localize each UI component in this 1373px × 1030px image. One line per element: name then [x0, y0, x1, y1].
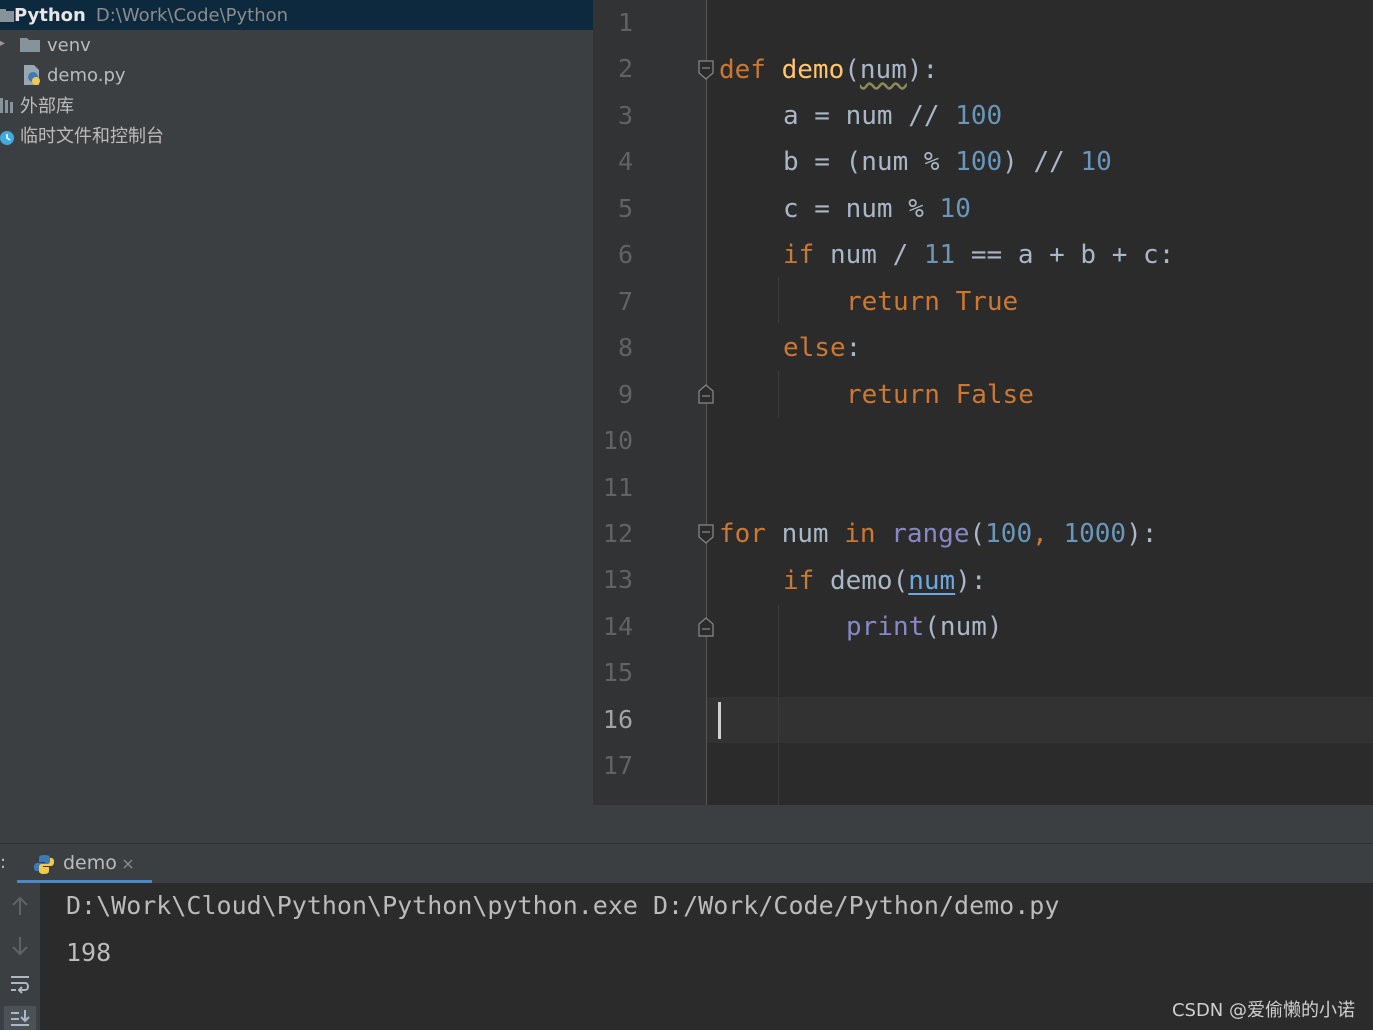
- run-console[interactable]: D:\Work\Cloud\Python\Python\python.exe D…: [0, 883, 1373, 1030]
- line-number[interactable]: 16: [593, 697, 633, 743]
- line-number[interactable]: 9: [593, 372, 633, 418]
- tree-item-scratches[interactable]: 临时文件和控制台: [0, 120, 593, 150]
- python-file-icon: [24, 65, 40, 85]
- watermark: CSDN @爱偷懒的小诺: [1171, 1000, 1355, 1021]
- line-number[interactable]: 5: [593, 186, 633, 232]
- line-number[interactable]: 17: [593, 743, 633, 789]
- line-number[interactable]: 6: [593, 232, 633, 278]
- console-output-line: 198: [66, 938, 112, 967]
- folder-icon: [0, 9, 14, 22]
- editor-bottom-strip: [593, 805, 1373, 843]
- line-number[interactable]: 4: [593, 139, 633, 185]
- scroll-to-end-icon: [11, 1010, 30, 1026]
- line-number[interactable]: 11: [593, 465, 633, 511]
- indent-guide: [778, 371, 779, 417]
- tree-item-label: demo.py: [47, 64, 126, 86]
- indent-guide: [778, 605, 779, 805]
- tree-item-label: 临时文件和控制台: [20, 126, 164, 147]
- fold-collapse-icon[interactable]: [698, 60, 714, 80]
- line-number[interactable]: 14: [593, 604, 633, 650]
- arrow-down-icon[interactable]: [10, 935, 30, 957]
- run-tab-demo[interactable]: demo: [17, 844, 152, 884]
- line-number[interactable]: 2: [593, 46, 633, 92]
- tree-item-demo-py[interactable]: demo.py: [0, 60, 593, 90]
- code-line-7: return True: [846, 287, 1019, 317]
- code-line-9: return False: [846, 380, 1034, 410]
- project-root-name: Python: [14, 4, 86, 26]
- current-line-highlight: [707, 697, 1373, 743]
- line-number[interactable]: 8: [593, 325, 633, 371]
- python-icon: [34, 855, 54, 874]
- project-root-row[interactable]: Python D:\Work\Code\Python: [0, 0, 593, 30]
- scratches-icon: [0, 131, 14, 145]
- console-command-line: D:\Work\Cloud\Python\Python\python.exe D…: [66, 891, 1060, 920]
- arrow-up-icon[interactable]: [10, 895, 30, 917]
- line-number[interactable]: 7: [593, 279, 633, 325]
- code-line-8: else:: [783, 333, 862, 363]
- code-line-6: if num / 11 == a + b + c:: [783, 240, 1175, 270]
- code-line-5: c = num % 10: [783, 194, 971, 224]
- scroll-to-end-button[interactable]: [4, 1006, 36, 1030]
- tree-item-label: 外部库: [20, 96, 74, 117]
- fold-collapse-icon[interactable]: [698, 524, 714, 544]
- line-number[interactable]: 15: [593, 650, 633, 696]
- line-number[interactable]: 13: [593, 557, 633, 603]
- code-line-3: a = num // 100: [783, 101, 1003, 131]
- tree-item-label: venv: [47, 34, 91, 56]
- code-line-13: if demo(num):: [783, 566, 987, 596]
- library-icon: [0, 98, 13, 113]
- tree-item-venv[interactable]: ▸ venv: [0, 30, 593, 60]
- tree-item-external-libraries[interactable]: 外部库: [0, 90, 593, 120]
- run-tool-window-header: : demo: [0, 843, 1373, 884]
- close-icon[interactable]: [122, 858, 134, 870]
- code-line-12: for num in range(100, 1000):: [719, 519, 1158, 549]
- line-number[interactable]: 12: [593, 511, 633, 557]
- line-number[interactable]: 10: [593, 418, 633, 464]
- fold-end-icon[interactable]: [698, 617, 714, 637]
- expand-arrow-icon[interactable]: ▸: [0, 38, 5, 49]
- project-root-path: D:\Work\Code\Python: [95, 4, 289, 26]
- project-tool-window: Python D:\Work\Code\Python ▸ venv demo.p…: [0, 0, 593, 843]
- folder-icon: [20, 38, 40, 52]
- code-editor[interactable]: 1 2 3 4 5 6 7 8 9 10 11 12 13 14 15 16 17 def demo(num):…: [593, 0, 1373, 805]
- fold-end-icon[interactable]: [698, 384, 714, 404]
- line-number[interactable]: 1: [593, 0, 633, 46]
- code-line-2: def demo(num):: [719, 55, 939, 85]
- run-tab-label: demo: [63, 852, 117, 874]
- line-number[interactable]: 3: [593, 93, 633, 139]
- code-line-14: print(num): [846, 612, 1003, 642]
- soft-wrap-icon[interactable]: [9, 973, 31, 995]
- code-line-4: b = (num % 100) // 10: [783, 147, 1112, 177]
- run-panel-prefix: :: [0, 852, 7, 873]
- run-toolbar: [0, 883, 40, 1030]
- indent-guide: [778, 277, 779, 323]
- text-caret: [718, 702, 721, 739]
